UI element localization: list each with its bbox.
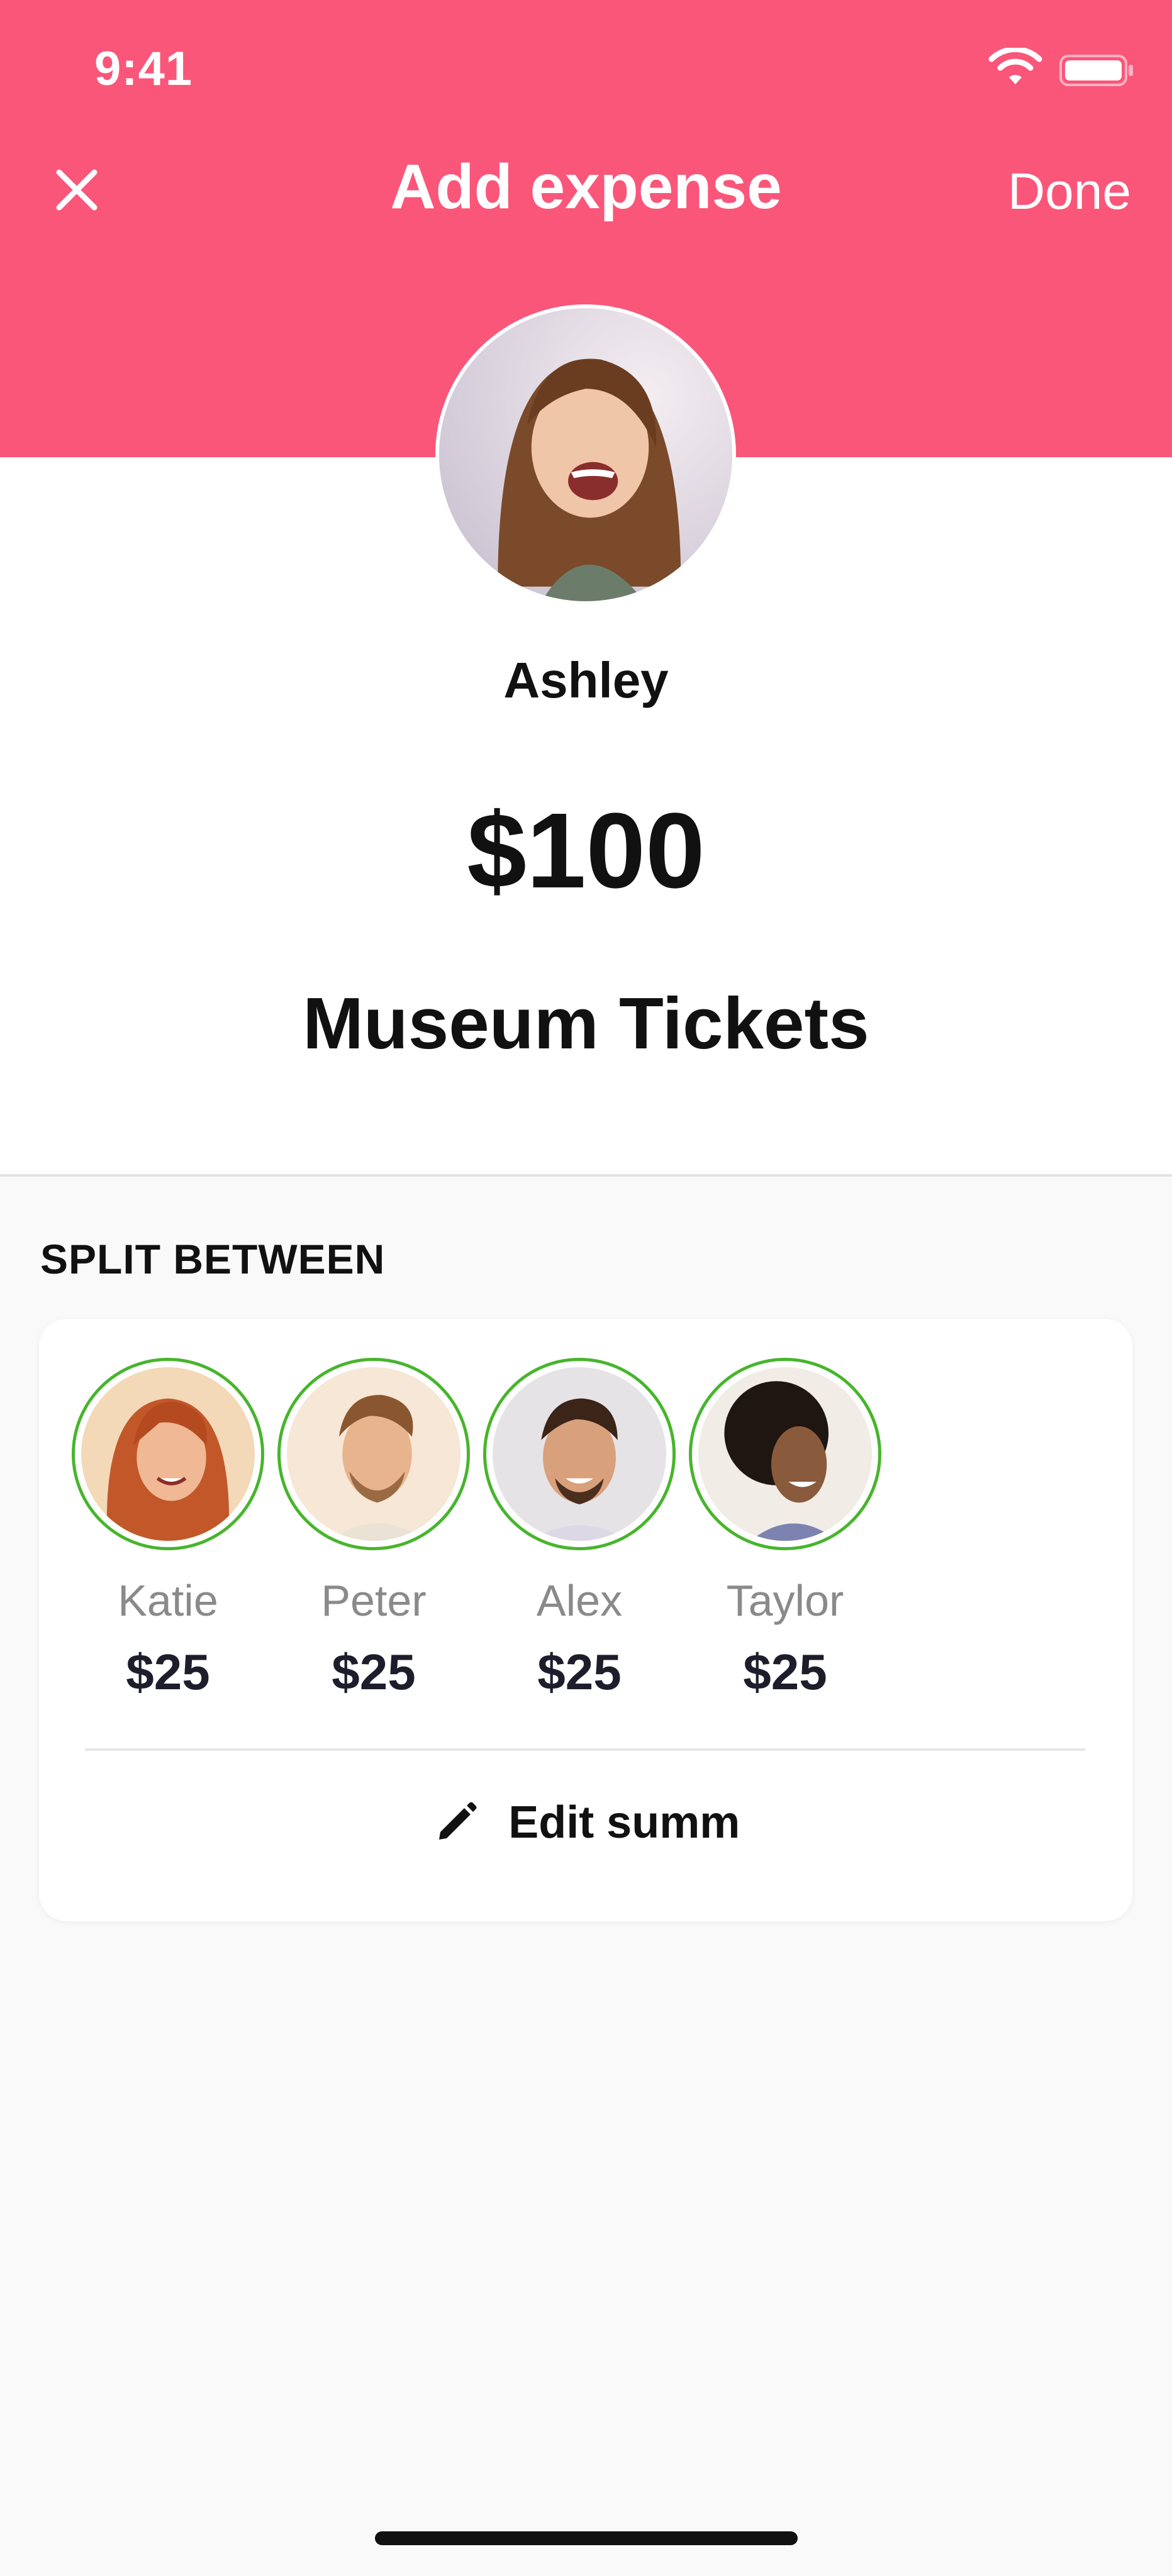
participant-katie[interactable]: Katie $25 [70, 1358, 265, 1701]
wifi-icon [988, 48, 1042, 84]
section-label-split-between: SPLIT BETWEEN [40, 1236, 386, 1282]
participant-avatar [493, 1367, 666, 1541]
selected-ring [277, 1358, 470, 1550]
edit-sum-button[interactable]: Edit summ [39, 1797, 1132, 1848]
page-title: Add expense [390, 152, 782, 222]
person-avatar [439, 308, 732, 601]
payer-avatar[interactable] [435, 304, 736, 605]
participant-name: Katie [118, 1576, 218, 1625]
edit-sum-label: Edit summ [508, 1797, 740, 1848]
participant-avatar [287, 1367, 460, 1541]
selected-ring [483, 1358, 676, 1550]
expense-amount[interactable]: $100 [0, 789, 1172, 913]
participant-alex[interactable]: Alex $25 [482, 1358, 677, 1701]
participant-name: Taylor [726, 1576, 844, 1625]
status-time: 9:41 [94, 42, 193, 96]
participant-amount: $25 [537, 1644, 622, 1700]
participant-name: Alex [536, 1576, 623, 1625]
pencil-icon [438, 1802, 477, 1840]
done-button[interactable]: Done [1008, 162, 1131, 221]
participant-taylor[interactable]: Taylor $25 [688, 1358, 883, 1701]
participant-avatar [81, 1367, 255, 1541]
participant-avatar [698, 1367, 872, 1541]
expense-title[interactable]: Museum Tickets [0, 981, 1172, 1065]
selected-ring [689, 1358, 881, 1550]
participant-name: Peter [321, 1576, 427, 1625]
participant-amount: $25 [743, 1644, 827, 1700]
participant-amount: $25 [126, 1644, 210, 1700]
participant-amount: $25 [332, 1644, 416, 1700]
split-card: Katie $25 Peter $25 Alex $25 Taylor $25 … [39, 1319, 1132, 1921]
selected-ring [72, 1358, 264, 1550]
home-indicator[interactable] [375, 2531, 798, 2545]
card-divider [85, 1748, 1085, 1751]
battery-icon [1059, 55, 1133, 86]
participant-peter[interactable]: Peter $25 [276, 1358, 471, 1701]
payer-name: Ashley [503, 652, 669, 708]
